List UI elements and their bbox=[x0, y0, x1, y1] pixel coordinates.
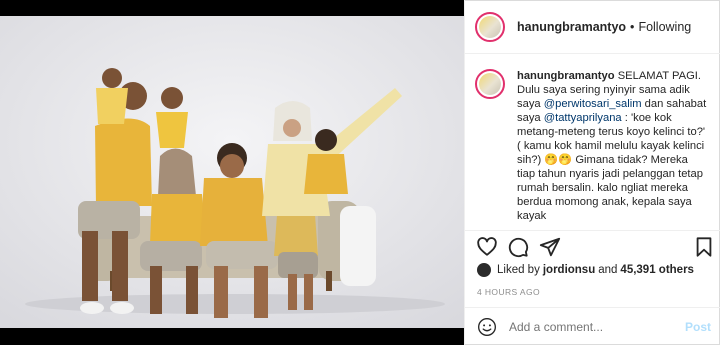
likes-conj: and bbox=[598, 264, 618, 276]
author-username[interactable]: hanungbramantyo bbox=[517, 20, 626, 34]
following-button[interactable]: Following bbox=[638, 20, 691, 34]
mention-link-2[interactable]: @tattyaprilyana bbox=[544, 112, 622, 124]
likes-count[interactable]: 45,391 others bbox=[620, 264, 694, 276]
caption-section: hanungbramantyo SELAMAT PAGI. Dulu saya … bbox=[465, 55, 720, 225]
post-side-panel: hanungbramantyo • Following hanungbraman… bbox=[464, 0, 720, 345]
share-icon[interactable] bbox=[539, 236, 561, 258]
mention-link-1[interactable]: @perwitosari_salim bbox=[544, 98, 642, 110]
liker-avatar[interactable] bbox=[477, 263, 491, 277]
post-comment-button[interactable]: Post bbox=[685, 320, 711, 334]
caption-username[interactable]: hanungbramantyo bbox=[517, 70, 615, 82]
add-comment-bar: Post bbox=[465, 307, 720, 345]
author-avatar[interactable] bbox=[475, 11, 505, 42]
post-photo[interactable] bbox=[0, 0, 464, 345]
action-bar bbox=[465, 230, 720, 260]
liker-username[interactable]: jordionsu bbox=[543, 264, 595, 276]
smiley-icon[interactable] bbox=[477, 317, 497, 337]
add-comment-input[interactable] bbox=[509, 319, 685, 334]
separator-dot: • bbox=[630, 19, 635, 34]
likes-summary: Liked by jordionsu and 45,391 others bbox=[477, 262, 697, 278]
caption-author-avatar[interactable] bbox=[475, 69, 505, 99]
likes-prefix: Liked by bbox=[497, 264, 540, 276]
family-photo-illustration bbox=[0, 16, 464, 328]
heart-icon[interactable] bbox=[476, 236, 498, 258]
comment-icon[interactable] bbox=[507, 236, 529, 258]
post-timestamp[interactable]: 4 HOURS AGO bbox=[477, 287, 540, 297]
post-header: hanungbramantyo • Following bbox=[465, 0, 720, 54]
bookmark-icon[interactable] bbox=[693, 236, 715, 258]
caption-text: hanungbramantyo SELAMAT PAGI. Dulu saya … bbox=[517, 69, 709, 225]
caption-part-3: : 'koe kok metang-meteng terus koyo keli… bbox=[517, 112, 706, 222]
